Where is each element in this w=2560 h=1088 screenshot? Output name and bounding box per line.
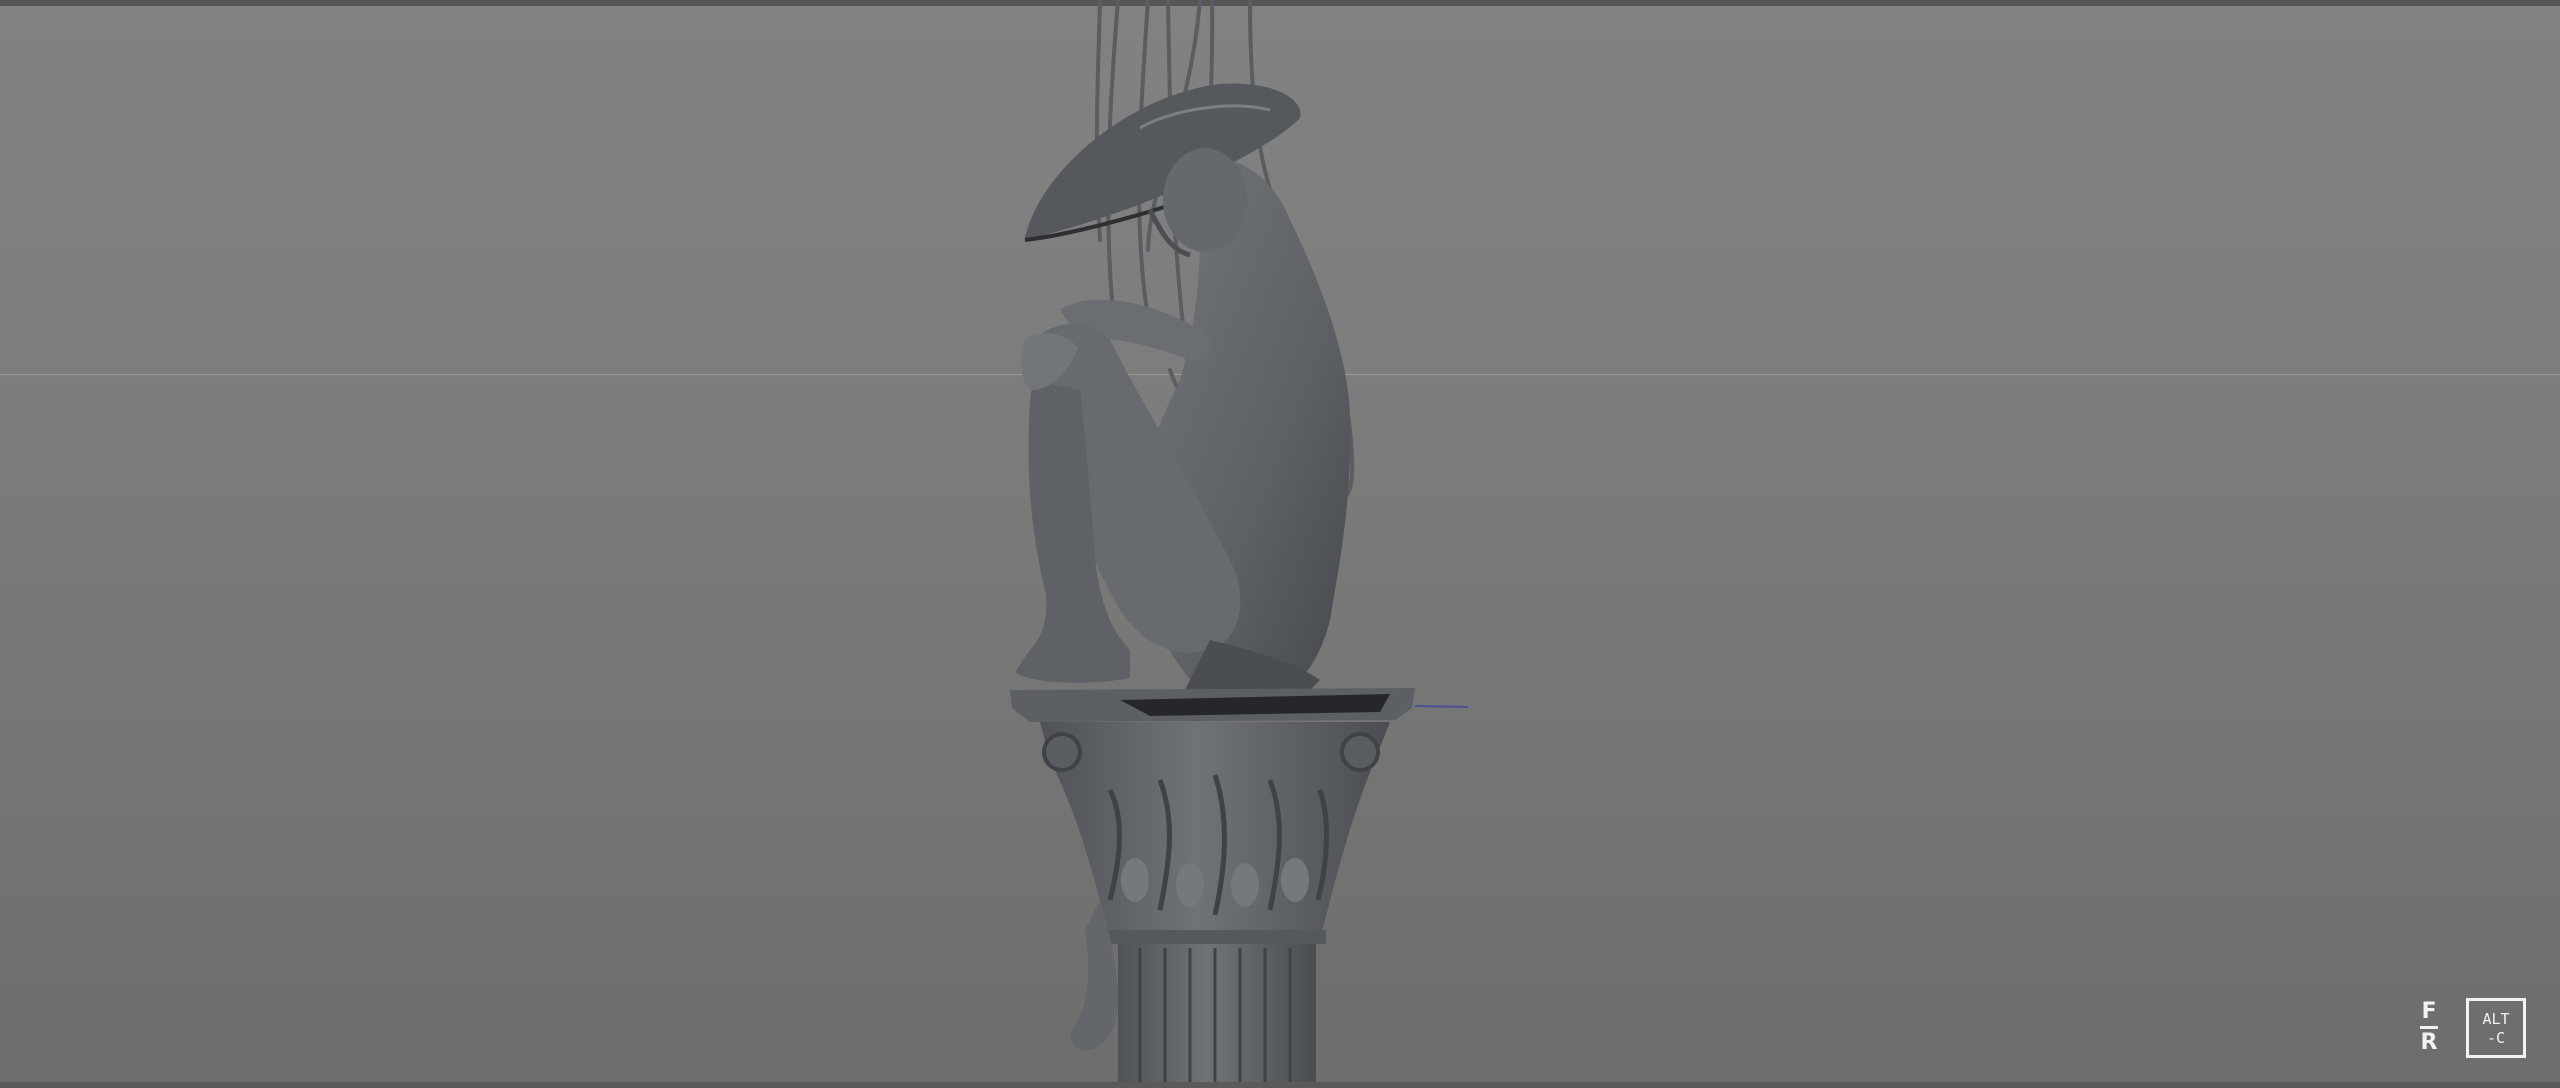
- alt-c-logo-line1: ALT: [2482, 1010, 2510, 1028]
- fr-logo: F R: [2417, 1000, 2441, 1062]
- sculpture-render[interactable]: [0, 0, 2560, 1088]
- column-shaft: [1118, 944, 1316, 1084]
- viewport-bottom-border: [0, 1082, 2560, 1088]
- seated-figure: [1015, 148, 1351, 700]
- fr-logo-bottom: R: [2420, 1030, 2438, 1055]
- fr-logo-top: F: [2421, 999, 2437, 1024]
- column-abacus: [1010, 688, 1469, 722]
- fr-logo-separator: [2420, 1026, 2438, 1029]
- column-capital: [1040, 722, 1390, 944]
- 3d-viewport[interactable]: F R ALT -C: [0, 0, 2560, 1088]
- alt-c-logo: ALT -C: [2466, 998, 2526, 1058]
- alt-c-logo-line2: -C: [2486, 1029, 2506, 1047]
